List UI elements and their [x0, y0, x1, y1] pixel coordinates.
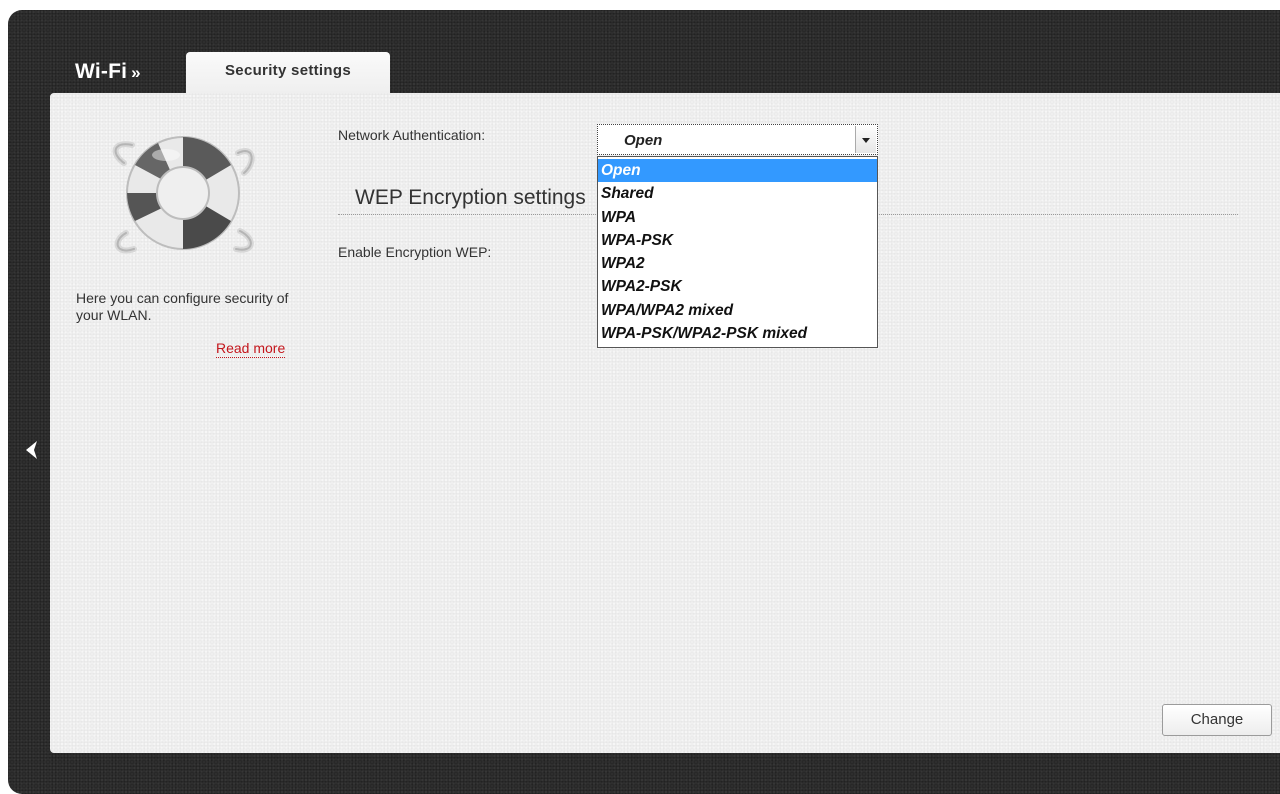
network-auth-dropdown[interactable]: Open Shared WPA WPA-PSK WPA2 WPA2-PSK WP…: [597, 156, 878, 349]
breadcrumb-separator: »: [131, 63, 141, 82]
option-wpa[interactable]: WPA: [598, 206, 877, 229]
option-open[interactable]: Open: [598, 159, 877, 183]
option-wpa2[interactable]: WPA2: [598, 252, 877, 275]
read-more-link[interactable]: Read more: [216, 340, 286, 358]
option-wpa2-psk[interactable]: WPA2-PSK: [598, 275, 877, 298]
tab-security-settings[interactable]: Security settings: [186, 52, 390, 93]
network-auth-value: Open: [624, 132, 663, 149]
option-wpa-psk[interactable]: WPA-PSK: [598, 229, 877, 252]
help-text: Here you can configure security of your …: [76, 290, 289, 323]
option-wpa-wpa2-mixed[interactable]: WPA/WPA2 mixed: [598, 299, 877, 322]
enable-wep-label: Enable Encryption WEP:: [338, 244, 492, 260]
wep-section-title: WEP Encryption settings: [355, 186, 586, 209]
change-button[interactable]: Change: [1162, 704, 1272, 736]
network-auth-select[interactable]: Open: [597, 124, 878, 155]
breadcrumb-section[interactable]: Wi-Fi: [75, 60, 127, 83]
chevron-down-icon[interactable]: [855, 126, 876, 153]
option-shared[interactable]: Shared: [598, 182, 877, 205]
lifebuoy-icon: [108, 123, 258, 263]
network-auth-label: Network Authentication:: [338, 127, 486, 143]
breadcrumb[interactable]: Wi-Fi»: [75, 60, 141, 84]
tab-label: Security settings: [225, 62, 351, 79]
option-wpa-psk-wpa2-psk-mixed[interactable]: WPA-PSK/WPA2-PSK mixed: [598, 322, 877, 345]
chevron-left-icon[interactable]: [22, 438, 42, 462]
